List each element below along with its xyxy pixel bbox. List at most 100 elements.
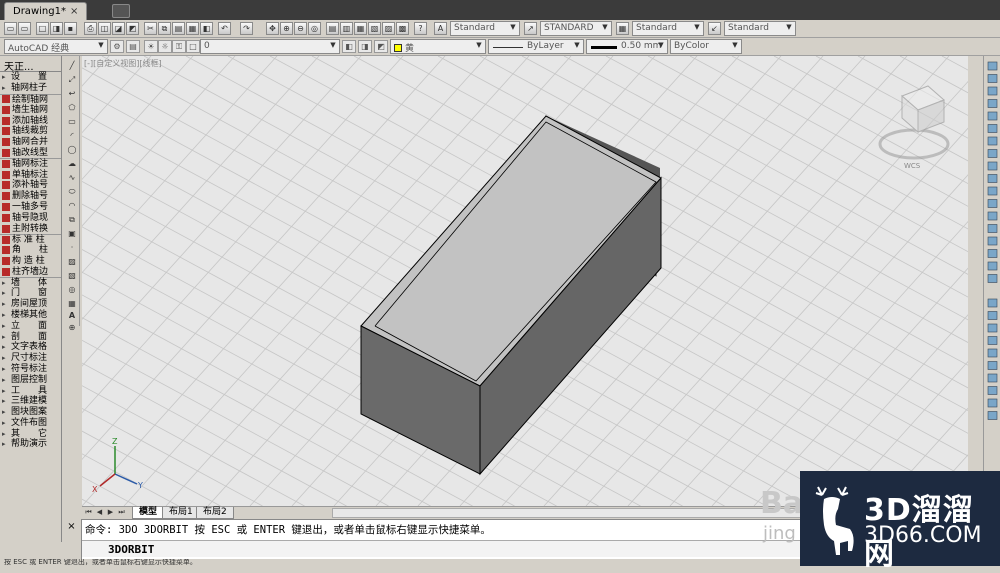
freeze-icon[interactable]: ☼ <box>158 40 172 53</box>
cut-icon[interactable]: ✂ <box>144 22 157 35</box>
zoom-prev-icon[interactable]: ◎ <box>308 22 321 35</box>
circle-icon[interactable]: ◯ <box>66 144 78 155</box>
new-icon[interactable]: ▭ <box>4 22 17 35</box>
sidebar-item[interactable]: 添加轴线 <box>0 115 61 126</box>
sidebar-item[interactable]: 标 准 柱 <box>0 233 61 245</box>
close-icon[interactable]: × <box>62 521 81 532</box>
polyline-icon[interactable]: ↩ <box>66 88 78 99</box>
rectangle-icon[interactable]: ▭ <box>66 116 78 127</box>
workspace-settings-icon[interactable]: ⚙ <box>110 40 124 53</box>
paste-icon[interactable]: ▤ <box>172 22 185 35</box>
point-icon[interactable]: · <box>66 242 78 253</box>
sidebar-item[interactable]: ▸ 轴网柱子 <box>0 83 61 94</box>
sidebar-header[interactable]: 天正... <box>0 56 61 73</box>
sidebar-item[interactable]: 构 造 柱 <box>0 256 61 267</box>
zoom-window-icon[interactable]: ⊖ <box>294 22 307 35</box>
spline-icon[interactable]: ∿ <box>66 172 78 183</box>
drawing-tab[interactable]: Drawing1* × <box>4 2 88 20</box>
close-icon[interactable]: × <box>70 6 78 17</box>
sidebar-item[interactable]: ▸ 房间屋顶 <box>0 299 61 310</box>
drawing-viewport[interactable]: Z Y X WCS [-][自定义视图][线框] <box>82 56 968 506</box>
region-icon[interactable]: ◎ <box>66 284 78 295</box>
lock-icon[interactable]: ⚿ <box>172 40 186 53</box>
sidebar-item[interactable]: 单轴标注 <box>0 169 61 180</box>
new-tab-button[interactable] <box>112 4 130 18</box>
lineweight-select[interactable]: 0.50 mm ▼ <box>586 39 668 54</box>
sidebar-item[interactable]: ▸ 图层控制 <box>0 374 61 385</box>
viewport-canvas[interactable]: Z Y X WCS <box>82 56 968 506</box>
sidebar-item[interactable]: 轴线裁剪 <box>0 126 61 137</box>
hatch-icon[interactable]: ▨ <box>66 256 78 267</box>
sidebar-item[interactable]: ▸ 门 窗 <box>0 288 61 299</box>
sidebar-item[interactable]: 轴改线型 <box>0 148 61 159</box>
dim-style-select[interactable]: STANDARD ▼ <box>540 21 612 36</box>
sidebar-item[interactable]: ▸ 文字表格 <box>0 342 61 353</box>
sidebar-item[interactable]: 主附转换 <box>0 223 61 234</box>
sidebar-item[interactable]: 轴网合并 <box>0 137 61 148</box>
dim-style-icon[interactable]: ↗ <box>524 22 537 35</box>
new-file-icon[interactable]: □ <box>36 22 49 35</box>
revcloud-icon[interactable]: ☁ <box>66 158 78 169</box>
next-tab-icon[interactable]: ▶ <box>106 508 115 518</box>
sidebar-item[interactable]: ▸ 其 它 <box>0 428 61 439</box>
sidebar-item[interactable]: 一轴多号 <box>0 202 61 213</box>
sidebar-item[interactable]: ▸ 帮助演示 <box>0 439 61 450</box>
sidebar-item[interactable]: 删除轴号 <box>0 191 61 202</box>
modify-icons[interactable] <box>984 56 1000 506</box>
sidebar-item[interactable]: ▸ 楼梯其他 <box>0 310 61 321</box>
make-current-icon[interactable]: ◧ <box>342 40 356 53</box>
pan-icon[interactable]: ✥ <box>266 22 279 35</box>
sidebar-item[interactable]: ▸ 尺寸标注 <box>0 353 61 364</box>
tab-model[interactable]: 模型 <box>132 507 165 519</box>
sidebar-item[interactable]: ▸ 剖 面 <box>0 331 61 342</box>
design-center-icon[interactable]: ▥ <box>340 22 353 35</box>
copy-icon[interactable]: ⧉ <box>158 22 171 35</box>
layer-select[interactable]: 0 ▼ <box>200 39 340 54</box>
print-icon[interactable]: ⎙ <box>84 22 97 35</box>
text-style-select[interactable]: Standard ▼ <box>450 21 520 36</box>
sidebar-item[interactable]: ▸ 文件布图 <box>0 418 61 429</box>
prev-tab-icon[interactable]: ◀ <box>95 508 104 518</box>
sidebar-item[interactable]: ▸ 工 具 <box>0 385 61 396</box>
horizontal-scrollbar[interactable] <box>332 508 802 518</box>
first-tab-icon[interactable]: ⏮ <box>84 508 93 518</box>
block-editor-icon[interactable]: ◧ <box>200 22 213 35</box>
properties-icon[interactable]: ▤ <box>326 22 339 35</box>
mleader-style-select[interactable]: Standard ▼ <box>724 21 796 36</box>
arc-icon[interactable]: ◜ <box>66 130 78 141</box>
sidebar-item[interactable]: 绘制轴网 <box>0 93 61 105</box>
save-icon[interactable]: ▪ <box>64 22 77 35</box>
text-style-icon[interactable]: A <box>434 22 447 35</box>
bulb-icon[interactable]: ☀ <box>144 40 158 53</box>
redo-icon[interactable]: ↷ <box>240 22 253 35</box>
wcs-label[interactable]: WCS <box>904 162 921 170</box>
undo-icon[interactable]: ↶ <box>218 22 231 35</box>
sidebar-item[interactable]: 轴号隐现 <box>0 212 61 223</box>
ellipse-arc-icon[interactable]: ◠ <box>66 200 78 211</box>
layer-previous-icon[interactable]: ◨ <box>358 40 372 53</box>
last-tab-icon[interactable]: ⏭ <box>117 508 126 518</box>
insert-block-icon[interactable]: ⧉ <box>66 214 78 225</box>
viewport-label[interactable]: [-][自定义视图][线框] <box>84 58 162 69</box>
match-prop-icon[interactable]: ▦ <box>186 22 199 35</box>
sidebar-item[interactable]: ▸ 三维建模 <box>0 396 61 407</box>
sidebar-item[interactable]: ▸ 立 面 <box>0 320 61 331</box>
markup-icon[interactable]: ▨ <box>382 22 395 35</box>
sidebar-item[interactable]: 柱齐墙边 <box>0 266 61 277</box>
add-selected-icon[interactable]: ⊕ <box>66 322 78 333</box>
mtext-icon[interactable]: A <box>66 310 78 321</box>
sidebar-item[interactable]: 轴网标注 <box>0 158 61 169</box>
sidebar-item[interactable]: ▸ 墙 体 <box>0 277 61 288</box>
line-icon[interactable]: ╱ <box>66 60 78 71</box>
mleader-style-icon[interactable]: ↙ <box>708 22 721 35</box>
gradient-icon[interactable]: ▧ <box>66 270 78 281</box>
make-block-icon[interactable]: ▣ <box>66 228 78 239</box>
preview-icon[interactable]: ◫ <box>98 22 111 35</box>
linetype-select[interactable]: ByLayer ▼ <box>488 39 584 54</box>
qnew-icon[interactable]: ▭ <box>18 22 31 35</box>
layer-color-icon[interactable]: □ <box>186 40 200 53</box>
layer-manager-icon[interactable]: ▤ <box>126 40 140 53</box>
tool-palette-icon[interactable]: ▦ <box>354 22 367 35</box>
publish-icon[interactable]: ◪ <box>112 22 125 35</box>
table-style-icon[interactable]: ▦ <box>616 22 629 35</box>
